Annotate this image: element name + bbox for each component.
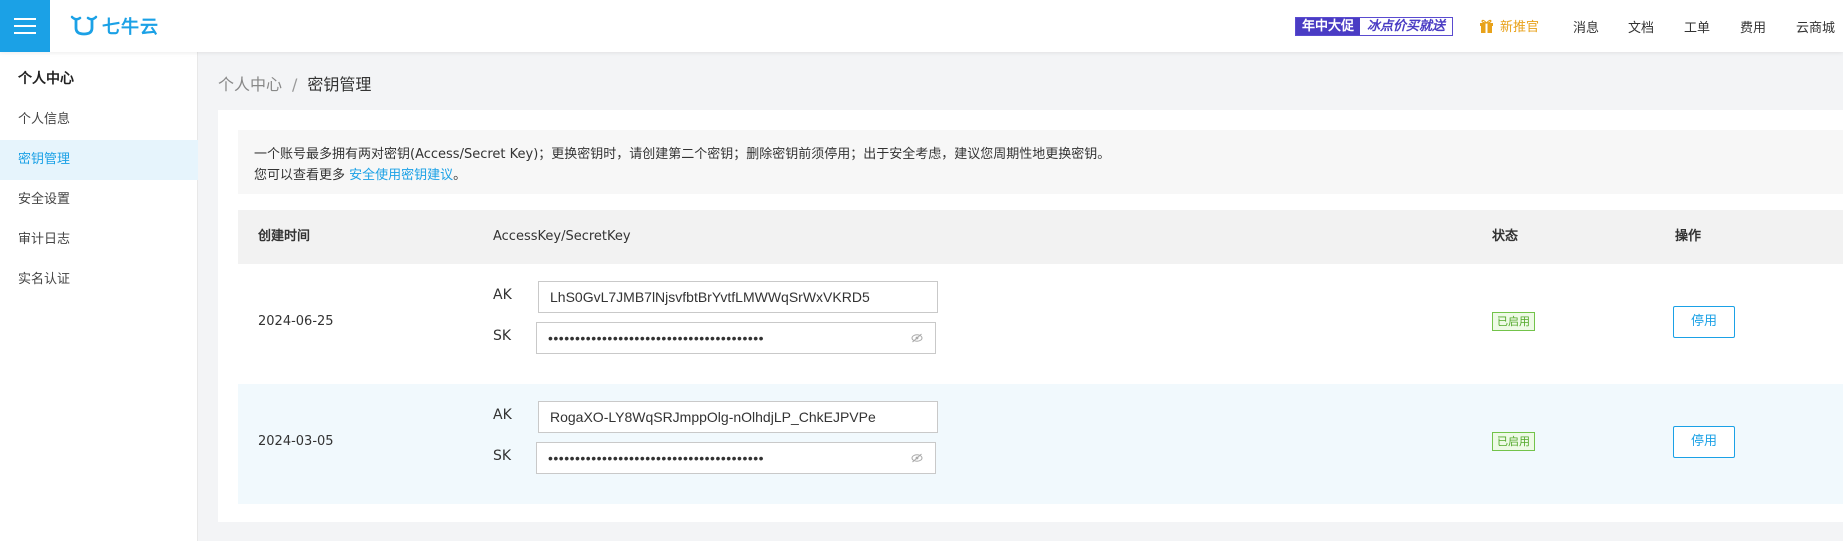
keys-card: 一个账号最多拥有两对密钥(Access/Secret Key)；更换密钥时，请创… (218, 110, 1843, 522)
column-header-created: 创建时间 (258, 229, 311, 244)
logo-text: 七牛云 (102, 17, 159, 38)
notice-line1: 一个账号最多拥有两对密钥(Access/Secret Key)；更换密钥时，请创… (254, 147, 1111, 162)
access-key-field[interactable]: RogaXO-LY8WqSRJmppOlg-nOlhdjLP_ChkEJPVPe (538, 401, 938, 433)
nav-billing[interactable]: 费用 (1740, 17, 1766, 36)
nav-docs[interactable]: 文档 (1628, 17, 1654, 36)
promo-banner[interactable]: 年中大促 冰点价买就送 (1295, 17, 1454, 36)
notice-box: 一个账号最多拥有两对密钥(Access/Secret Key)；更换密钥时，请创… (238, 130, 1843, 194)
secret-key-masked: •••••••••••••••••••••••••••••••••••••••• (548, 330, 765, 346)
created-date: 2024-03-05 (258, 434, 334, 449)
breadcrumb-parent[interactable]: 个人中心 (218, 75, 282, 94)
notice-line2: 您可以查看更多 安全使用密钥建议。 (254, 165, 1827, 186)
column-header-status: 状态 (1492, 229, 1519, 244)
table-row: 2024-06-25 AK LhS0GvL7JMB7lNjsvfbtBrYvtf… (238, 264, 1843, 384)
secret-key-field[interactable]: •••••••••••••••••••••••••••••••••••••••• (536, 442, 936, 474)
logo-icon (70, 15, 98, 36)
status-badge: 已启用 (1492, 432, 1535, 451)
newbie-link[interactable]: 新推官 (1480, 16, 1539, 35)
promo-part2: 冰点价买就送 (1360, 18, 1453, 35)
nav-messages[interactable]: 消息 (1573, 17, 1599, 36)
status-badge: 已启用 (1492, 312, 1535, 331)
nav-tickets[interactable]: 工单 (1684, 17, 1710, 36)
secret-key-field[interactable]: •••••••••••••••••••••••••••••••••••••••• (536, 322, 936, 354)
gift-icon (1480, 19, 1493, 33)
sidebar-item-profile[interactable]: 个人信息 (0, 100, 198, 140)
security-advice-link[interactable]: 安全使用密钥建议 (349, 168, 453, 183)
access-key-field[interactable]: LhS0GvL7JMB7lNjsvfbtBrYvtfLMWWqSrWxVKRD5 (538, 281, 938, 313)
column-header-keys: AccessKey/SecretKey (493, 229, 631, 244)
table-header: 创建时间 AccessKey/SecretKey 状态 操作 (238, 210, 1843, 264)
top-bar: 七牛云 年中大促 冰点价买就送 新推官 消息 文档 工单 费用 云商城 (0, 0, 1843, 52)
column-header-action: 操作 (1675, 229, 1702, 244)
promo-part1: 年中大促 (1296, 18, 1361, 35)
disable-button[interactable]: 停用 (1673, 426, 1735, 458)
sk-label: SK (493, 448, 512, 464)
created-date: 2024-06-25 (258, 314, 334, 329)
breadcrumb-current: 密钥管理 (307, 75, 372, 94)
sidebar-item-keys[interactable]: 密钥管理 (0, 140, 198, 180)
sidebar-title: 个人中心 (18, 71, 74, 87)
secret-key-masked: •••••••••••••••••••••••••••••••••••••••• (548, 450, 765, 466)
menu-toggle-button[interactable] (0, 0, 50, 52)
ak-label: AK (493, 407, 512, 423)
breadcrumb: 个人中心 / 密钥管理 (218, 71, 371, 95)
nav-marketplace[interactable]: 云商城 (1796, 17, 1835, 36)
notice-prefix: 您可以查看更多 (254, 168, 350, 183)
table-row: 2024-03-05 AK RogaXO-LY8WqSRJmppOlg-nOlh… (238, 384, 1843, 504)
sk-label: SK (493, 328, 512, 344)
logo[interactable]: 七牛云 (70, 13, 159, 39)
notice-suffix: 。 (453, 168, 467, 183)
eye-off-icon[interactable] (911, 333, 923, 343)
sidebar-item-security[interactable]: 安全设置 (0, 180, 198, 220)
sidebar-item-verification[interactable]: 实名认证 (0, 260, 198, 300)
hamburger-icon (14, 18, 36, 34)
newbie-label: 新推官 (1500, 20, 1540, 35)
eye-off-icon[interactable] (911, 453, 923, 463)
breadcrumb-separator: / (292, 75, 298, 94)
sidebar: 个人中心 个人信息 密钥管理 安全设置 审计日志 实名认证 (0, 52, 198, 541)
sidebar-item-audit-log[interactable]: 审计日志 (0, 220, 198, 260)
ak-label: AK (493, 287, 512, 303)
disable-button[interactable]: 停用 (1673, 306, 1735, 338)
